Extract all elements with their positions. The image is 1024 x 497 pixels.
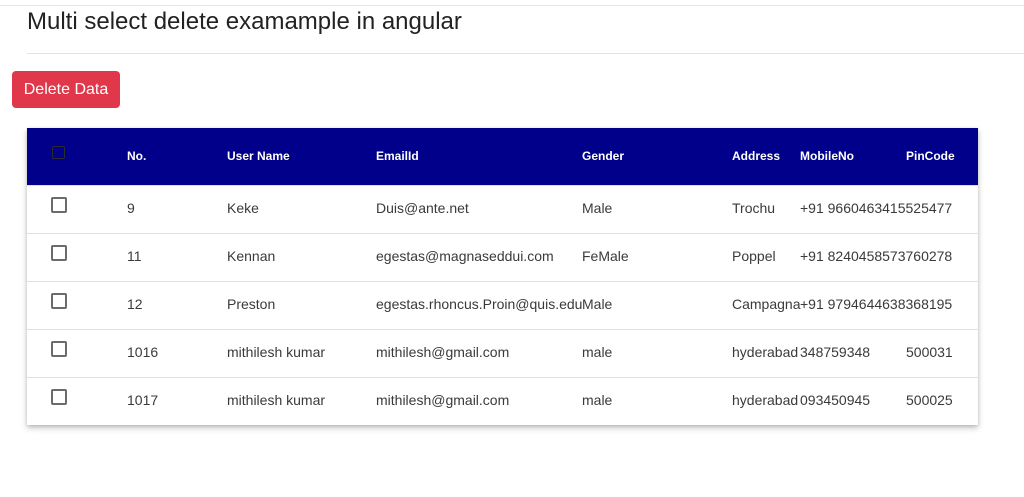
column-header-address: Address — [732, 149, 781, 163]
cell-no: 1016 — [127, 344, 159, 360]
cell-pincode: 500025 — [906, 392, 953, 408]
cell-address: hyderabad — [732, 392, 799, 408]
page-title: Multi select delete examample in angular — [27, 8, 462, 35]
cell-no: 9 — [127, 200, 135, 216]
column-header-user-name: User Name — [227, 149, 290, 163]
row-checkbox[interactable] — [51, 341, 67, 357]
cell-address: Poppel — [732, 248, 776, 264]
column-header-no: No. — [127, 149, 147, 163]
cell-pincode: 500031 — [906, 344, 953, 360]
delete-data-button[interactable]: Delete Data — [12, 71, 120, 108]
row-checkbox[interactable] — [51, 389, 67, 405]
table-row: 1016 mithilesh kumar mithilesh@gmail.com… — [27, 329, 978, 377]
cell-email: Duis@ante.net — [376, 200, 469, 216]
cell-email: egestas.rhoncus.Proin@quis.edu — [376, 296, 583, 312]
cell-mobile: +91 9794644638368195 — [800, 296, 953, 312]
cell-gender: Male — [582, 200, 613, 216]
table-row: 12 Preston egestas.rhoncus.Proin@quis.ed… — [27, 281, 978, 329]
cell-email: egestas@magnaseddui.com — [376, 248, 554, 264]
column-header-mobile: MobileNo — [800, 149, 854, 163]
cell-address: Trochu — [732, 200, 776, 216]
cell-user-name: Keke — [227, 200, 259, 216]
cell-address: Campagna — [732, 296, 801, 312]
title-divider — [27, 53, 1024, 54]
top-divider — [0, 5, 1024, 6]
column-header-pincode: PinCode — [906, 149, 955, 163]
data-table: No. User Name EmailId Gender Address Mob… — [27, 128, 978, 425]
cell-mobile: +91 9660463415525477 — [800, 200, 953, 216]
cell-user-name: Preston — [227, 296, 276, 312]
cell-no: 12 — [127, 296, 143, 312]
cell-user-name: Kennan — [227, 248, 276, 264]
cell-email: mithilesh@gmail.com — [376, 344, 510, 360]
table-row: 1017 mithilesh kumar mithilesh@gmail.com… — [27, 377, 978, 425]
row-checkbox[interactable] — [51, 293, 67, 309]
cell-no: 1017 — [127, 392, 159, 408]
cell-gender: FeMale — [582, 248, 629, 264]
cell-mobile: 348759348 — [800, 344, 871, 360]
page: Multi select delete examample in angular… — [0, 0, 1024, 497]
cell-mobile: +91 8240458573760278 — [800, 248, 953, 264]
select-all-checkbox[interactable] — [52, 146, 65, 159]
column-header-email: EmailId — [376, 149, 419, 163]
table-header: No. User Name EmailId Gender Address Mob… — [27, 128, 978, 185]
cell-email: mithilesh@gmail.com — [376, 392, 510, 408]
row-checkbox[interactable] — [51, 197, 67, 213]
cell-user-name: mithilesh kumar — [227, 392, 326, 408]
cell-gender: male — [582, 344, 613, 360]
cell-mobile: 093450945 — [800, 392, 871, 408]
cell-user-name: mithilesh kumar — [227, 344, 326, 360]
cell-address: hyderabad — [732, 344, 799, 360]
table-row: 11 Kennan egestas@magnaseddui.com FeMale… — [27, 233, 978, 281]
cell-no: 11 — [127, 248, 142, 264]
cell-gender: Male — [582, 296, 613, 312]
row-checkbox[interactable] — [51, 245, 67, 261]
cell-gender: male — [582, 392, 613, 408]
table-row: 9 Keke Duis@ante.net Male Trochu +91 966… — [27, 185, 978, 233]
column-header-gender: Gender — [582, 149, 625, 163]
